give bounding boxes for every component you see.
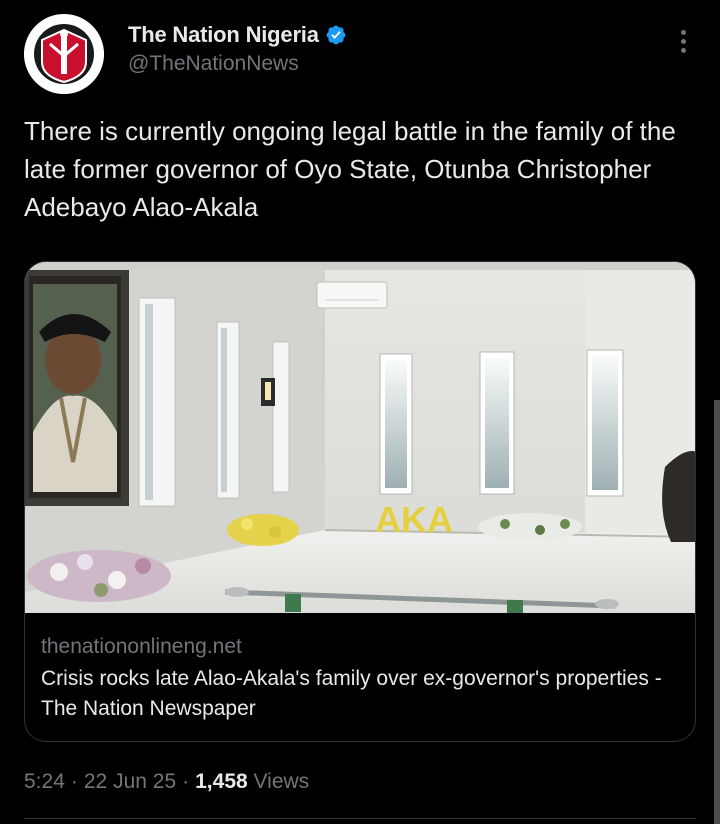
tweet-text: There is currently ongoing legal battle …	[24, 116, 676, 222]
avatar[interactable]	[24, 14, 104, 94]
meta-separator: ·	[182, 770, 190, 793]
meta-separator: ·	[70, 770, 78, 793]
card-image: AKA	[25, 262, 695, 613]
logo-icon	[24, 14, 104, 94]
card-domain: thenationonlineng.net	[41, 635, 242, 658]
flower-letters: AKA	[375, 499, 453, 540]
scrollbar[interactable]	[714, 400, 720, 824]
more-options-icon[interactable]	[676, 30, 690, 62]
views-label: Views	[253, 770, 310, 793]
tweet-meta: 5:24 · 22 Jun 25 · 1,458 Views	[24, 770, 309, 794]
handle[interactable]: @TheNationNews	[128, 52, 347, 76]
tweet-header: The Nation Nigeria @TheNationNews	[24, 14, 696, 94]
card-title: Crisis rocks late Alao-Akala's family ov…	[41, 667, 662, 720]
tweet-time[interactable]: 5:24	[24, 770, 65, 793]
verified-badge-icon	[326, 25, 346, 45]
divider	[24, 818, 696, 819]
link-card[interactable]: AKA thenationonlineng.net Crisis rocks l…	[24, 261, 696, 742]
display-name[interactable]: The Nation Nigeria	[128, 22, 319, 48]
tweet-date[interactable]: 22 Jun 25	[84, 770, 176, 793]
views-count[interactable]: 1,458	[195, 770, 248, 793]
